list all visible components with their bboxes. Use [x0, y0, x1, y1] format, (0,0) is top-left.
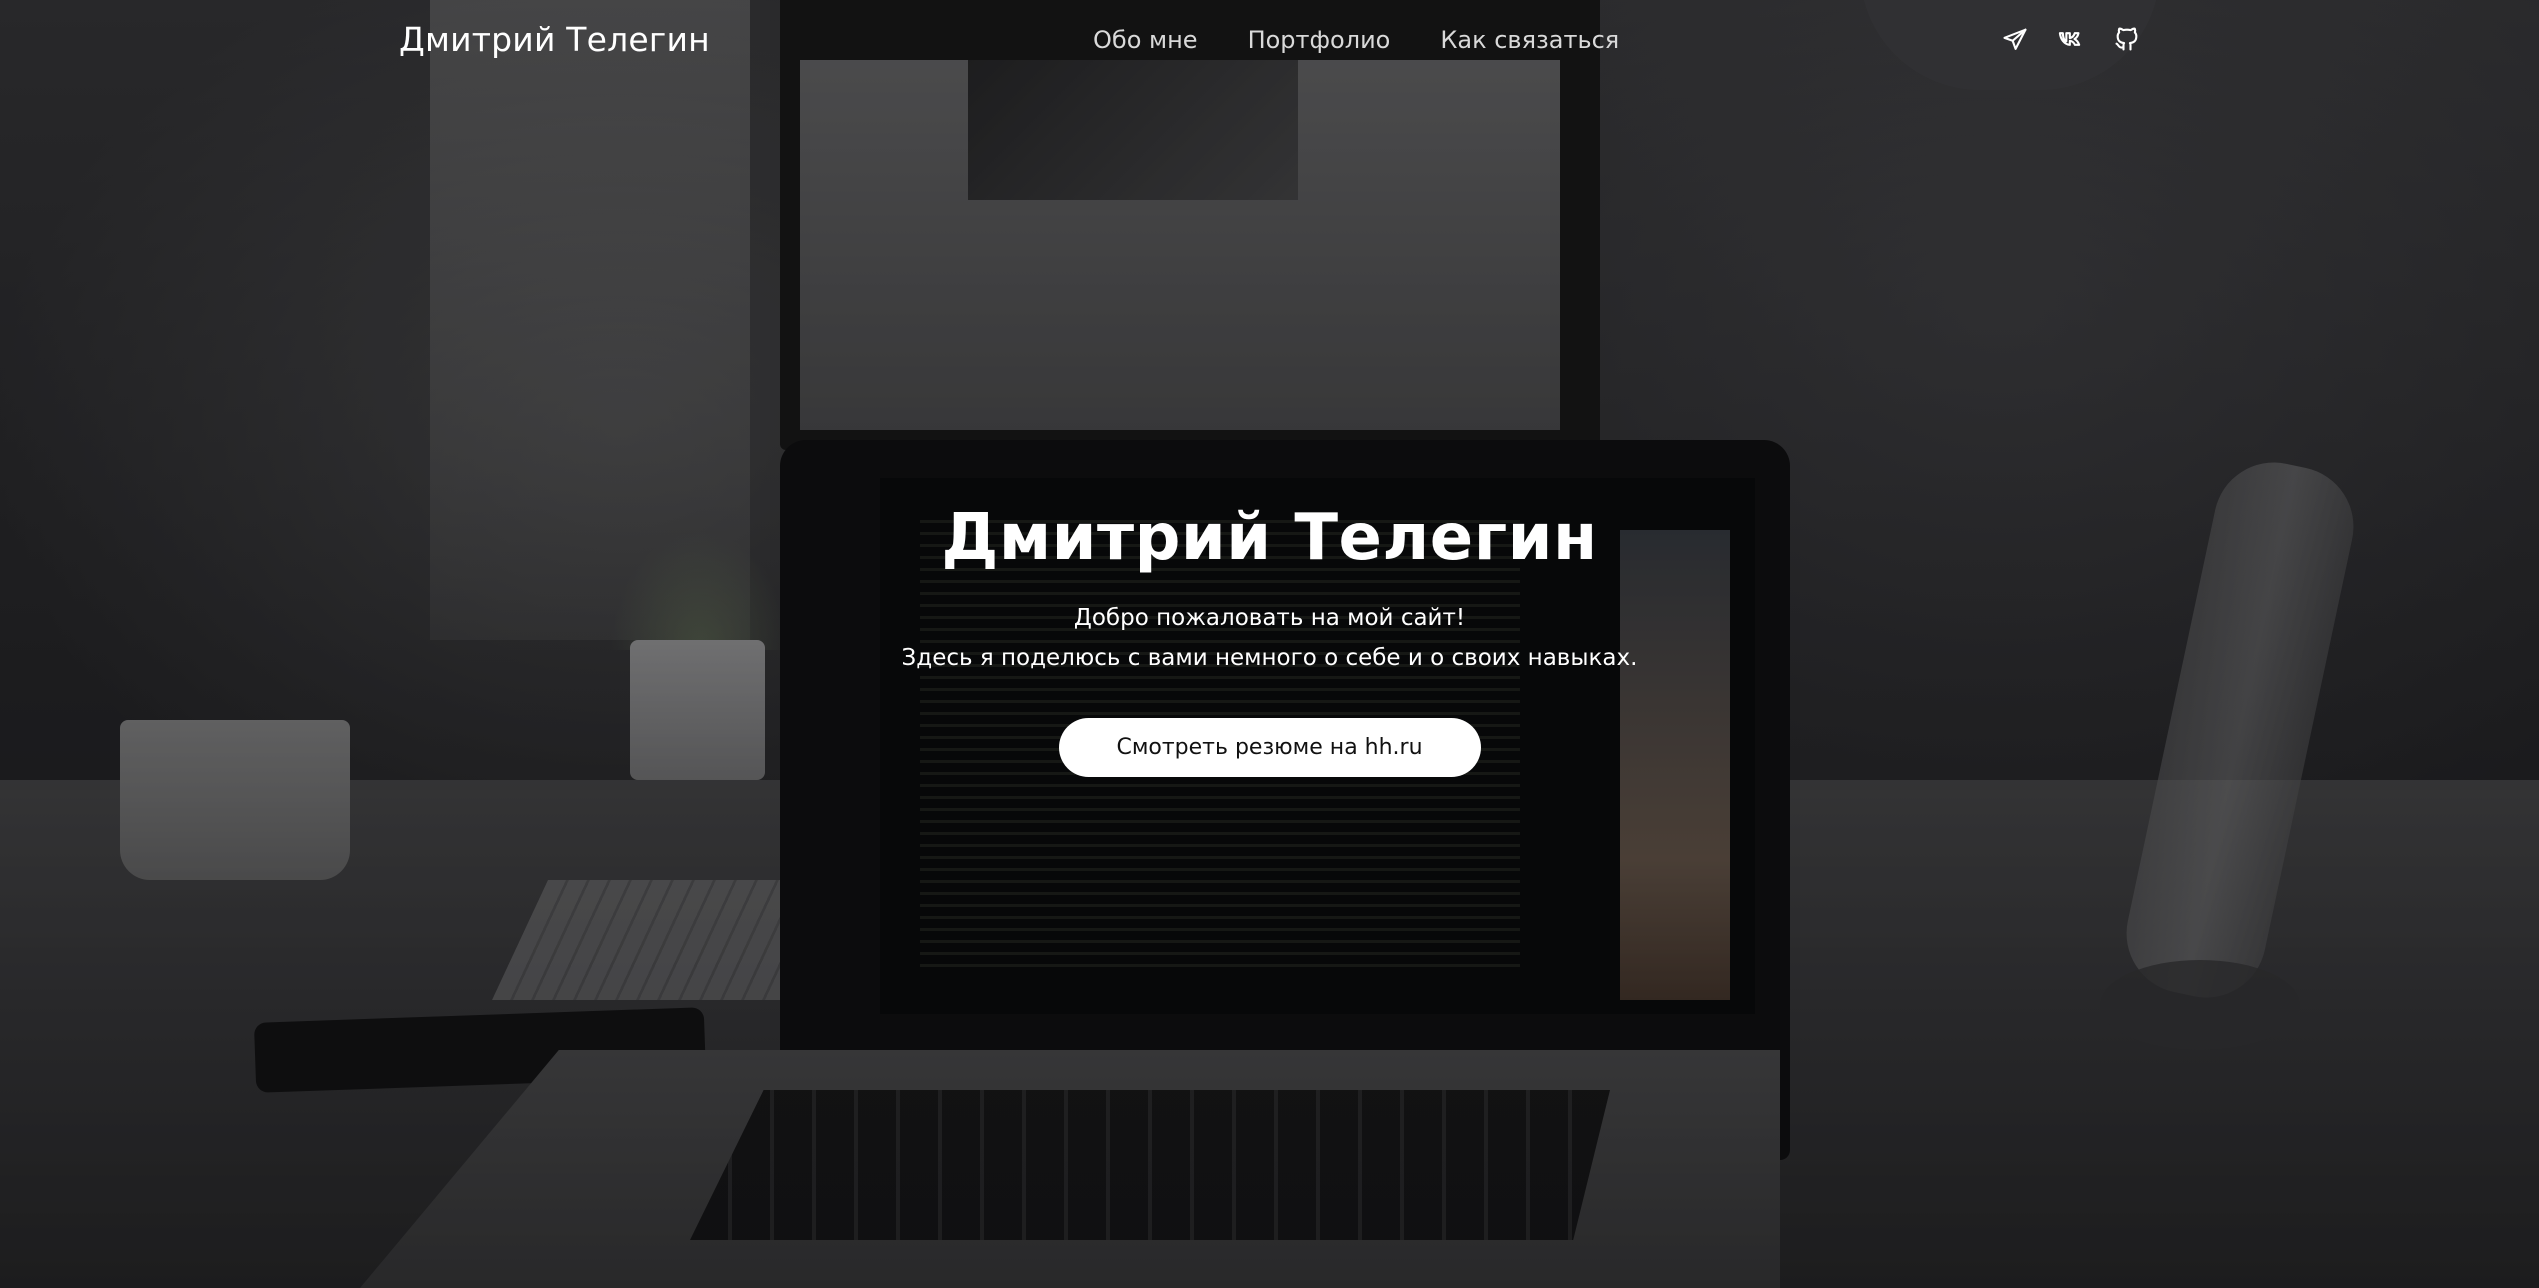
hero-title: Дмитрий Телегин [941, 501, 1598, 575]
page: Дмитрий Телегин Обо мне Портфолио Как св… [0, 0, 2539, 1288]
view-resume-button[interactable]: Смотреть резюме на hh.ru [1058, 718, 1481, 777]
github-icon[interactable] [2112, 24, 2142, 54]
nav-link-contacts[interactable]: Как связаться [1440, 26, 1619, 54]
nav-link-about[interactable]: Обо мне [1093, 26, 1198, 54]
brand-link[interactable]: Дмитрий Телегин [399, 20, 710, 59]
social-links [2000, 24, 2142, 54]
site-header: Дмитрий Телегин Обо мне Портфолио Как св… [0, 0, 2539, 82]
nav-link-portfolio[interactable]: Портфолио [1248, 26, 1391, 54]
hero-description-text: Здесь я поделюсь с вами немного о себе и… [901, 645, 1638, 671]
telegram-icon[interactable] [2000, 24, 2030, 54]
main-nav: Обо мне Портфолио Как связаться [1093, 26, 1619, 54]
hero-welcome-text: Добро пожаловать на мой сайт! [1073, 605, 1466, 631]
vk-icon[interactable] [2056, 24, 2086, 54]
hero-section: Дмитрий Телегин Добро пожаловать на мой … [0, 490, 2539, 777]
